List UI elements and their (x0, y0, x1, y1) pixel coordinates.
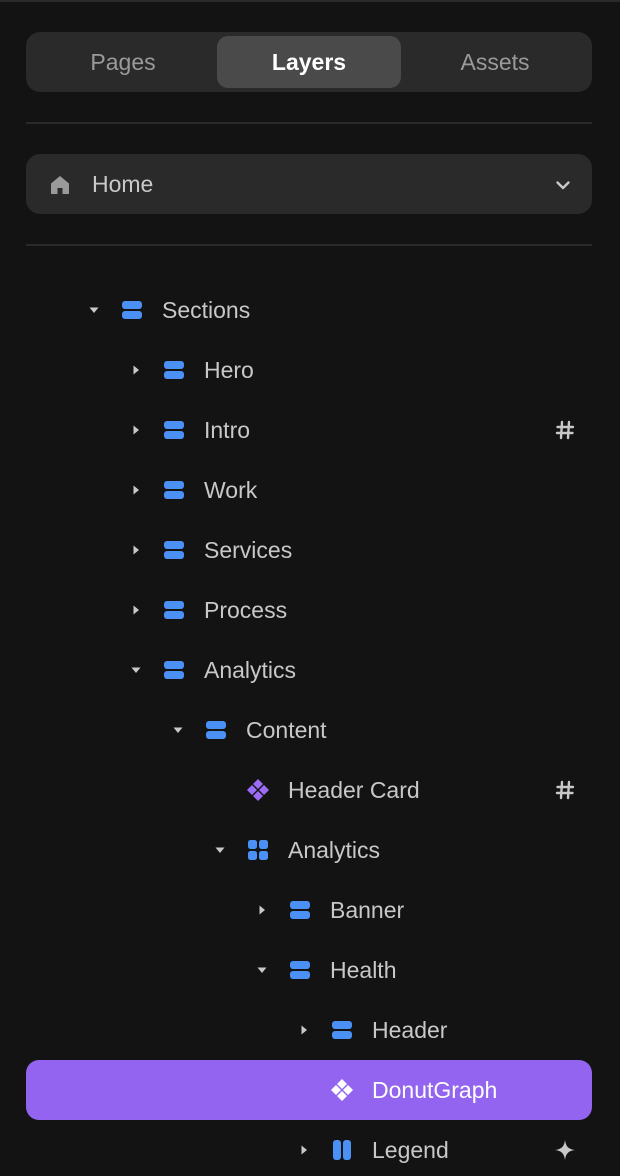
component-icon (247, 779, 269, 801)
stack-frame-icon (290, 961, 310, 979)
layer-label: Process (204, 597, 288, 623)
layer-label: Health (330, 957, 397, 983)
tab-layers[interactable]: Layers (217, 36, 401, 88)
divider (26, 244, 592, 246)
home-icon (51, 176, 69, 194)
layer-row[interactable]: Sections (26, 280, 592, 340)
caret-right-icon[interactable] (256, 904, 268, 916)
layer-label: Content (246, 717, 327, 743)
layer-row[interactable]: Process (26, 580, 592, 640)
caret-right-icon[interactable] (130, 424, 142, 436)
caret-right-icon[interactable] (130, 544, 142, 556)
hash-icon (555, 780, 575, 800)
layer-label: Hero (204, 357, 254, 383)
panel-tabs: Pages Layers Assets (26, 32, 592, 92)
layer-row[interactable]: Hero (26, 340, 592, 400)
layer-label: Legend (372, 1137, 449, 1163)
layer-row[interactable]: Work (26, 460, 592, 520)
layer-label: Header (372, 1017, 448, 1043)
page-selector[interactable]: Home (26, 154, 592, 214)
stack-frame-icon (206, 721, 226, 739)
sparkle-icon (555, 1140, 575, 1160)
horizontal-stack-icon (333, 1140, 351, 1160)
caret-down-icon[interactable] (214, 844, 226, 856)
stack-frame-icon (332, 1021, 352, 1039)
layer-label: Intro (204, 417, 251, 443)
layer-label: Header Card (288, 777, 420, 803)
layer-label: DonutGraph (372, 1077, 498, 1103)
layer-row[interactable]: Header Card (26, 760, 592, 820)
layer-row-selected[interactable]: DonutGraph (26, 1060, 592, 1120)
caret-right-icon[interactable] (298, 1144, 310, 1156)
tab-assets[interactable]: Assets (402, 36, 588, 88)
caret-down-icon[interactable] (88, 304, 100, 316)
stack-frame-icon (122, 301, 142, 319)
chevron-down-icon[interactable] (554, 176, 572, 194)
hash-icon (555, 420, 575, 440)
layer-row[interactable]: Intro (26, 400, 592, 460)
stack-frame-icon (164, 481, 184, 499)
stack-frame-icon (164, 541, 184, 559)
stack-frame-icon (164, 421, 184, 439)
caret-right-icon[interactable] (130, 484, 142, 496)
stack-frame-icon (290, 901, 310, 919)
layer-label: Sections (162, 297, 251, 323)
stack-frame-icon (164, 361, 184, 379)
caret-right-icon[interactable] (298, 1024, 310, 1036)
caret-right-icon[interactable] (130, 604, 142, 616)
stack-frame-icon (164, 661, 184, 679)
layer-label: Analytics (288, 837, 381, 863)
divider (26, 122, 592, 124)
caret-down-icon[interactable] (172, 724, 184, 736)
layer-label: Analytics (204, 657, 297, 683)
layer-row[interactable]: Analytics (26, 820, 592, 880)
layer-row[interactable]: Services (26, 520, 592, 580)
page-selector-label: Home (92, 171, 154, 197)
layer-row[interactable]: Banner (26, 880, 592, 940)
layer-row[interactable]: Header (26, 1000, 592, 1060)
layer-label: Services (204, 537, 293, 563)
layer-row[interactable]: Health (26, 940, 592, 1000)
tab-pages[interactable]: Pages (30, 36, 216, 88)
layer-label: Banner (330, 897, 405, 923)
caret-down-icon[interactable] (130, 664, 142, 676)
caret-right-icon[interactable] (130, 364, 142, 376)
grid-frame-icon (248, 840, 268, 860)
stack-frame-icon (164, 601, 184, 619)
layer-label: Work (204, 477, 258, 503)
layer-row[interactable]: Analytics (26, 640, 592, 700)
component-icon (331, 1079, 353, 1101)
layers-panel: Pages Layers Assets Home Sections Hero Int… (0, 0, 620, 1176)
layer-row[interactable]: Legend (26, 1120, 592, 1176)
layer-row[interactable]: Content (26, 700, 592, 760)
caret-down-icon[interactable] (256, 964, 268, 976)
